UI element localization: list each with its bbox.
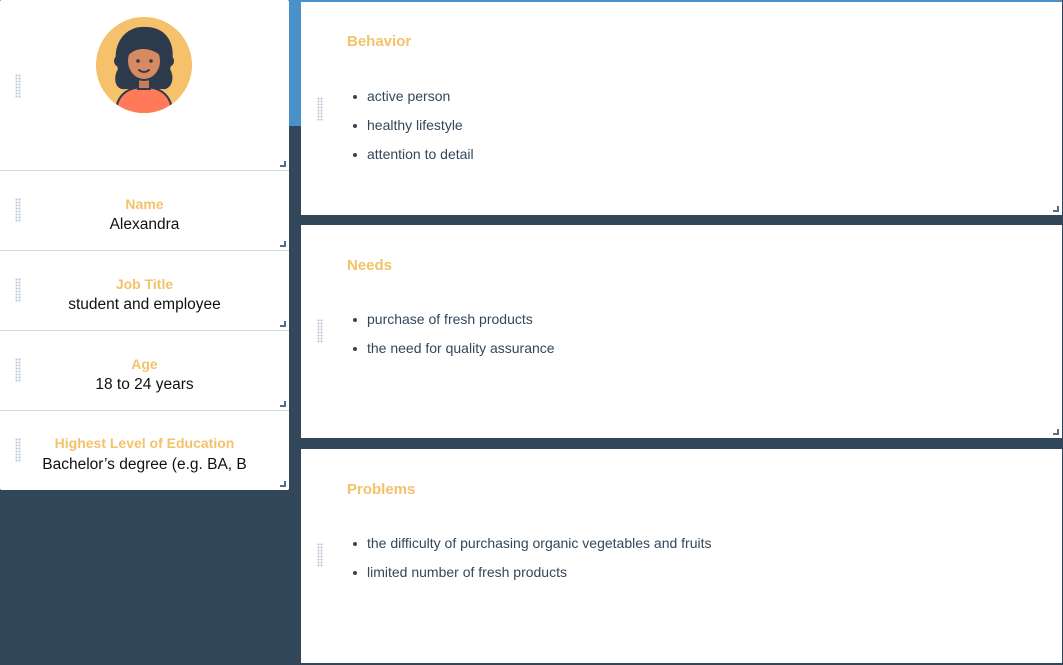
woman-avatar-icon [96,17,192,113]
resize-handle-icon[interactable] [280,161,286,167]
field-value[interactable]: 18 to 24 years [0,376,289,394]
field-card-education[interactable]: Highest Level of Education Bachelor’s de… [0,411,289,490]
drag-handle-icon[interactable] [317,319,323,343]
avatar-card[interactable] [0,0,289,171]
card-title: Needs [347,257,393,274]
field-value[interactable]: Bachelor’s degree (e.g. BA, B [0,456,289,474]
needs-card[interactable]: Needs purchase of fresh products the nee… [301,225,1062,438]
field-card-name[interactable]: Name Alexandra [0,171,289,251]
list-item[interactable]: limited number of fresh products [353,558,712,587]
resize-handle-icon[interactable] [280,401,286,407]
field-label: Name [125,196,164,212]
problems-card[interactable]: Problems the difficulty of purchasing or… [301,449,1062,663]
list-item[interactable]: active person [353,82,474,111]
field-label: Job Title [115,276,174,292]
field-value[interactable]: Alexandra [0,216,289,234]
field-label: Highest Level of Education [54,435,235,451]
persona-profile-column: Name Alexandra Job Title student and emp… [0,0,289,490]
list-item[interactable]: healthy lifestyle [353,111,474,140]
field-label: Age [131,356,158,372]
resize-handle-icon[interactable] [280,241,286,247]
list-item[interactable]: attention to detail [353,140,474,169]
selection-accent-bar [289,0,301,126]
resize-handle-icon[interactable] [1053,206,1059,212]
list-item[interactable]: the need for quality assurance [353,334,555,363]
bullet-list[interactable]: the difficulty of purchasing organic veg… [353,529,712,587]
bullet-list[interactable]: active person healthy lifestyle attentio… [353,82,474,169]
resize-handle-icon[interactable] [280,321,286,327]
field-card-age[interactable]: Age 18 to 24 years [0,331,289,411]
resize-handle-icon[interactable] [280,481,286,487]
card-title: Behavior [347,33,412,50]
field-value[interactable]: student and employee [0,296,289,314]
field-card-job-title[interactable]: Job Title student and employee [0,251,289,331]
drag-handle-icon[interactable] [15,74,21,98]
behavior-card[interactable]: Behavior active person healthy lifestyle… [301,0,1062,215]
drag-handle-icon[interactable] [317,97,323,121]
persona-board: Name Alexandra Job Title student and emp… [0,0,1063,665]
list-item[interactable]: purchase of fresh products [353,305,555,334]
resize-handle-icon[interactable] [1053,429,1059,435]
bullet-list[interactable]: purchase of fresh products the need for … [353,305,555,363]
list-item[interactable]: the difficulty of purchasing organic veg… [353,529,712,558]
card-title: Problems [347,481,416,498]
drag-handle-icon[interactable] [317,543,323,567]
